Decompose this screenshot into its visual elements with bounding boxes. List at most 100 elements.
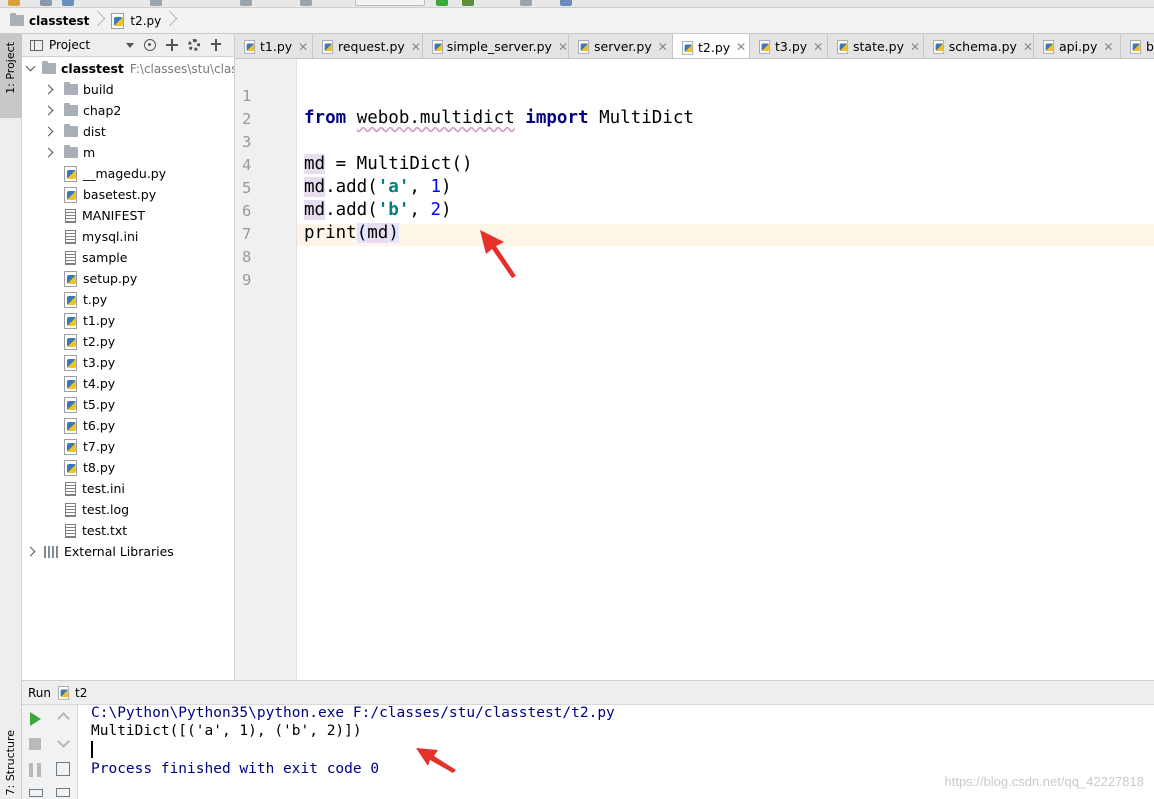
tree-item-test-ini[interactable]: test.ini [64,478,125,499]
chevron-right-icon[interactable] [24,545,38,559]
tree-item-t4-py[interactable]: t4.py [64,373,115,394]
close-icon[interactable]: ✕ [813,40,823,54]
tab-label: state.py [853,39,904,54]
tree-item-magedu-py[interactable]: __magedu.py [64,163,166,184]
code-line-2[interactable]: from webob.multidict import MultiDict [304,108,694,128]
stop-icon[interactable] [29,738,41,750]
tree-item-test-txt[interactable]: test.txt [64,520,127,541]
chevron-right-icon[interactable] [42,104,56,118]
chevron-down-icon[interactable] [24,62,38,76]
run-config-select[interactable] [355,0,425,6]
restore-layout-icon[interactable] [29,789,43,797]
cut-icon[interactable] [150,0,162,6]
tree-item-label: sample [82,250,128,265]
tree-item-t2-py[interactable]: t2.py [64,331,115,352]
tree-item-manifest[interactable]: MANIFEST [64,205,145,226]
close-icon[interactable]: ✕ [910,40,920,54]
project-tool-button[interactable]: 1: Project [0,34,22,118]
python-file-icon [837,40,849,54]
rerun-icon[interactable] [30,712,41,726]
tree-item-label: test.log [82,502,130,517]
python-file-icon [64,166,78,182]
run-config-tab[interactable]: t2 [75,686,87,700]
code-editor[interactable]: from webob.multidict import MultiDict md… [297,59,1154,680]
code-line-7[interactable]: print(md) [304,223,399,243]
forward-icon[interactable] [300,0,312,6]
chevron-down-icon[interactable] [126,42,135,48]
tab-b[interactable]: b [1121,34,1154,58]
chevron-right-icon[interactable] [42,146,56,160]
tab-api-py[interactable]: api.py ✕ [1034,34,1121,58]
python-file-icon [578,40,590,54]
gear-icon[interactable] [188,39,201,51]
tree-item-setup-py[interactable]: setup.py [64,268,137,289]
vcs-icon[interactable] [520,0,532,6]
run-console[interactable]: C:\Python\Python35\python.exe F:/classes… [78,705,1154,799]
breadcrumb-project[interactable]: classtest [8,11,95,31]
tab-t3-py[interactable]: t3.py ✕ [750,34,828,58]
hide-panel-icon[interactable] [210,39,222,51]
code-line-5[interactable]: md.add('a', 1) [304,177,452,197]
tree-item-sample[interactable]: sample [64,247,127,268]
tab-server-py[interactable]: server.py ✕ [569,34,673,58]
tab-t1-py[interactable]: t1.py ✕ [235,34,313,58]
tree-item-label: t6.py [83,418,116,433]
sync-icon[interactable] [62,0,74,6]
chevron-right-icon[interactable] [42,125,56,139]
tree-item-t3-py[interactable]: t3.py [64,352,115,373]
code-line-4[interactable]: md = MultiDict() [304,154,473,174]
chevron-right-icon[interactable] [42,83,56,97]
tab-request-py[interactable]: request.py ✕ [313,34,423,58]
tab-state-py[interactable]: state.py ✕ [828,34,924,58]
tree-item-chap2[interactable]: chap2 [42,100,121,121]
tree-item-t6-py[interactable]: t6.py [64,415,115,436]
tab-label: t2.py [698,39,731,55]
open-icon[interactable] [8,0,20,6]
pause-icon[interactable] [29,763,41,777]
tree-item-t1-py[interactable]: t1.py [64,310,115,331]
tree-item-dist[interactable]: dist [42,121,106,142]
scroll-down-icon[interactable] [56,737,70,751]
tree-root-classtest[interactable]: classtest F:\classes\stu\classtest [24,58,234,79]
close-icon[interactable]: ✕ [1023,40,1033,54]
close-icon[interactable]: ✕ [1103,40,1113,54]
breadcrumb-file[interactable]: t2.py [109,11,167,31]
tree-external-libraries[interactable]: External Libraries [24,541,174,562]
line-number: 4 [242,156,252,174]
project-view-selector[interactable]: Project [49,38,90,52]
keyword-import: import [525,108,589,128]
tab-schema-py[interactable]: schema.py ✕ [924,34,1034,58]
save-icon[interactable] [40,0,52,6]
tab-t2-py[interactable]: t2.py ✕ [673,34,750,58]
structure-tool-button[interactable]: 7: Structure [0,724,22,799]
close-icon[interactable]: ✕ [736,40,746,54]
close-icon[interactable]: ✕ [658,40,668,54]
code-line-6[interactable]: md.add('b', 2) [304,200,452,220]
tree-item-m[interactable]: m [42,142,95,163]
close-icon[interactable]: ✕ [558,40,568,54]
tree-item-t7-py[interactable]: t7.py [64,436,115,457]
print-icon[interactable] [56,788,70,797]
tree-item-t8-py[interactable]: t8.py [64,457,115,478]
soft-wrap-icon[interactable] [56,762,70,776]
folder-icon [10,13,24,26]
tree-item-build[interactable]: build [42,79,114,100]
tree-item-t5-py[interactable]: t5.py [64,394,115,415]
scroll-up-icon[interactable] [56,711,70,725]
close-icon[interactable]: ✕ [411,40,421,54]
tree-item-mysql-ini[interactable]: mysql.ini [64,226,138,247]
tree-item-basetest-py[interactable]: basetest.py [64,184,156,205]
tree-item-test-log[interactable]: test.log [64,499,129,520]
scroll-from-source-icon[interactable] [144,39,157,51]
debug-icon[interactable] [462,0,474,6]
back-icon[interactable] [240,0,252,6]
run-icon[interactable] [436,0,448,6]
python-file-icon [244,40,256,54]
close-icon[interactable]: ✕ [298,40,308,54]
collapse-all-icon[interactable] [166,39,179,51]
python-file-icon [933,40,945,54]
help-icon[interactable] [560,0,572,6]
tab-simple-server-py[interactable]: simple_server.py ✕ [423,34,569,58]
tree-item-t-py[interactable]: t.py [64,289,107,310]
annotation-arrow-icon [416,748,456,773]
